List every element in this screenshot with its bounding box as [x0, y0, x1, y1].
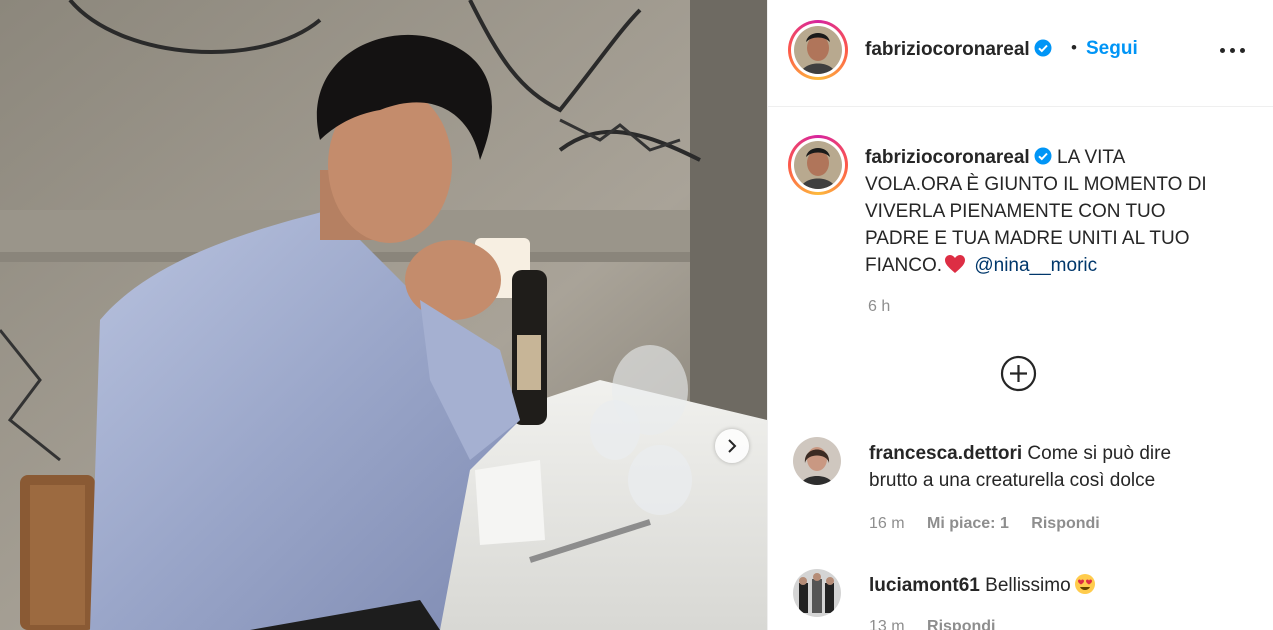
plus-circle-icon[interactable] [1000, 355, 1037, 392]
comment-meta: 13 m Rispondi [869, 618, 995, 630]
author-username[interactable]: fabriziocoronareal [865, 39, 1030, 60]
red-heart-emoji [945, 255, 966, 273]
mention-link[interactable]: @nina__moric [974, 255, 1097, 276]
separator-dot: • [1071, 38, 1077, 57]
carousel-next-button[interactable] [715, 429, 749, 463]
comment-likes[interactable]: Mi piace: 1 [927, 515, 1009, 532]
reply-button[interactable]: Rispondi [927, 618, 995, 630]
commenter-photo [793, 437, 841, 485]
post-caption: fabriziocoronareal LA VITA VOLA.ORA È GI… [865, 144, 1210, 279]
comment-meta: 16 m Mi piace: 1 Rispondi [869, 515, 1100, 533]
commenter-photo [793, 569, 841, 617]
comment-text: Bellissimo [985, 575, 1071, 596]
comment-avatar[interactable] [793, 569, 841, 617]
author-photo [794, 141, 842, 189]
comment-username[interactable]: francesca.dettori [869, 443, 1022, 464]
comment-time[interactable]: 13 m [869, 618, 905, 630]
header-author[interactable]: fabriziocoronareal [865, 39, 1052, 61]
photo-image [0, 0, 767, 630]
post-photo[interactable] [0, 0, 767, 630]
post-header: fabriziocoronareal • Segui [768, 0, 1273, 107]
post-side-panel: fabriziocoronareal • Segui fabriziocoron… [767, 0, 1273, 630]
comment-time[interactable]: 16 m [869, 515, 905, 532]
verified-badge-icon [1034, 39, 1052, 57]
author-photo [794, 26, 842, 74]
comment-avatar[interactable] [793, 437, 841, 485]
heart-eyes-emoji [1074, 574, 1095, 594]
reply-button[interactable]: Rispondi [1031, 515, 1099, 532]
post-timestamp[interactable]: 6 h [868, 298, 890, 316]
comment-item: luciamont61 Bellissimo [869, 572, 1219, 599]
follow-button[interactable]: Segui [1086, 38, 1138, 60]
caption-author-avatar[interactable] [788, 135, 848, 195]
chevron-right-icon [728, 439, 737, 453]
comment-item: francesca.dettori Come si può dire brutt… [869, 440, 1219, 494]
verified-badge-icon [1034, 147, 1052, 165]
author-avatar[interactable] [788, 20, 848, 80]
comment-username[interactable]: luciamont61 [869, 575, 980, 596]
more-options-icon[interactable] [1220, 48, 1246, 56]
caption-username[interactable]: fabriziocoronareal [865, 147, 1030, 168]
